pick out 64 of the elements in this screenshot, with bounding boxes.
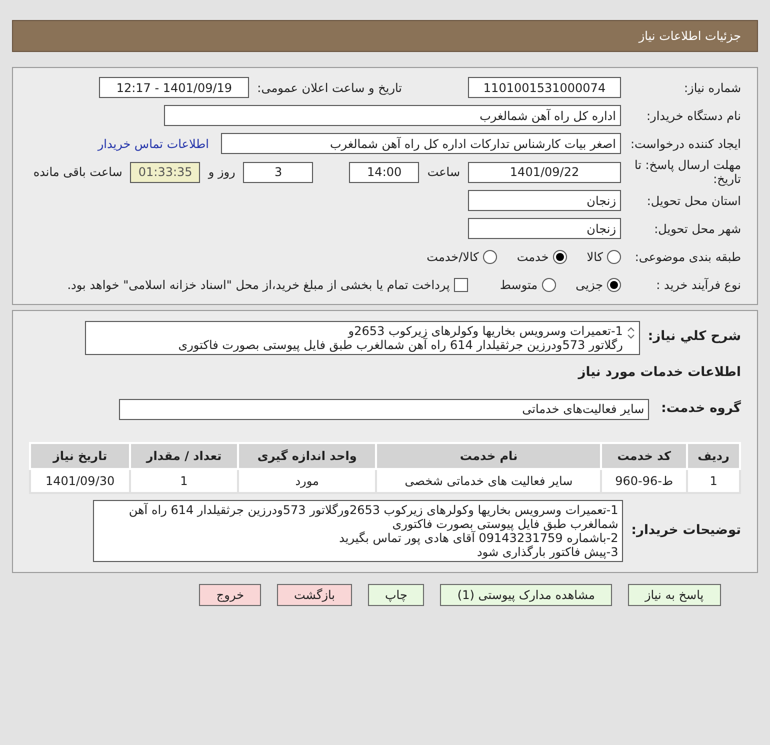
field-label: نوع فرآیند خرید :	[655, 276, 741, 294]
field-label: روز و	[208, 164, 236, 181]
radio-button[interactable]	[607, 278, 621, 292]
value-field: اصغر بیات کارشناس تدارکات اداره کل راه آهن شمالغرب	[221, 133, 621, 154]
field-label: شرح کلي نياز:	[648, 328, 741, 346]
column-header: واحد اندازه گیری	[238, 442, 376, 468]
value-field: زنجان	[468, 218, 621, 239]
field-label: گروه خدمت:	[661, 399, 741, 418]
remaining-time-field: 01:33:35	[130, 162, 200, 182]
radio-button[interactable]	[552, 250, 567, 264]
radio-button[interactable]	[542, 278, 556, 292]
table-cell: ط-96-960	[601, 468, 688, 492]
field-label: شهر محل تحویل:	[653, 220, 741, 238]
field-label: مهلت ارسال پاسخ: تا تاریخ:	[633, 158, 741, 186]
value-field: زنجان	[468, 190, 621, 211]
value-field: 1401/09/22	[468, 162, 621, 182]
action-button[interactable]: بازگشت	[277, 584, 352, 606]
value-field: سایر فعالیت‌های خدماتی	[119, 398, 650, 420]
description-line: رگلاتور 573ودرزین جرثقیلدار 614 راه آهن شمالغرب طبق فایل پیوستی بصورت فاکتوری	[178, 338, 623, 352]
scroll-arrows-icon[interactable]	[626, 326, 635, 340]
page-title: جزئیات اطلاعات نیاز	[638, 28, 741, 45]
field-label: ساعت باقی مانده	[33, 164, 122, 181]
notes-line: 1-تعمیرات وسرویس بخاریها وکولرهای زیرکوب 2653ورگلاتور 573ودرزین جرثقیلدار 614 راه آهن شمالغرب طبق فایل پیوستی بصورت فاکتوری	[128, 502, 618, 530]
column-header: نام خدمت	[376, 442, 602, 468]
field-label: نام دستگاه خریدار:	[646, 108, 741, 124]
checkbox[interactable]	[454, 278, 468, 292]
field-label: پرداخت تمام یا بخشی از مبلغ خرید،از محل "اسناد خزانه اسلامی" خواهد بود.	[67, 276, 450, 294]
field-label: ساعت	[427, 164, 460, 181]
table-cell: 1	[130, 468, 238, 492]
section-title: اطلاعات خدمات مورد نیاز	[576, 364, 741, 382]
field-label: کالا/خدمت	[426, 248, 479, 266]
value-field: 1101001531000074	[468, 77, 621, 98]
column-header: کد خدمت	[601, 442, 688, 468]
value-field: 14:00	[349, 162, 420, 182]
field-label: کالا	[586, 248, 603, 266]
field-label: ایجاد کننده درخواست:	[629, 136, 741, 152]
field-label: خدمت	[516, 248, 549, 266]
action-button[interactable]: خروج	[199, 584, 261, 606]
field-label: شماره نیاز:	[683, 80, 741, 96]
field-label: متوسط	[500, 276, 538, 294]
action-button[interactable]: مشاهده مدارک پیوستی (1)	[440, 584, 612, 606]
column-header: تعداد / مقدار	[130, 442, 238, 468]
field-label: استان محل تحویل:	[646, 192, 741, 210]
column-header: ردیف	[687, 442, 740, 468]
value-field: 1401/09/19 - 12:17	[99, 77, 250, 98]
buyer-contact-link[interactable]: اطلاعات تماس خریدار	[98, 134, 209, 152]
radio-button[interactable]	[482, 250, 497, 264]
field-label: جزیی	[576, 276, 603, 294]
action-button[interactable]: پاسخ به نیاز	[628, 584, 721, 606]
notes-line: 3-پیش فاکتور بارگذاری شود	[476, 544, 618, 558]
table-cell: مورد	[238, 468, 376, 492]
field-label: توضیحات خریدار:	[631, 522, 741, 540]
value-field: 3	[243, 162, 314, 182]
description-line: 1-تعمیرات وسرویس بخاریها وکولرهای زیرکوب 2653و	[346, 324, 623, 338]
table-cell: 1	[687, 468, 740, 492]
value-field: اداره کل راه آهن شمالغرب	[164, 105, 621, 126]
notes-line: 2-باشماره 09143231759 آقای هادی پور تماس بگیرید	[338, 530, 618, 544]
column-header: تاریخ نیاز	[30, 442, 130, 468]
table-cell: 1401/09/30	[30, 468, 130, 492]
table-cell: سایر فعالیت های خدماتی شخصی	[376, 468, 602, 492]
field-label: طبقه بندی موضوعی:	[634, 248, 741, 266]
radio-button[interactable]	[607, 250, 621, 264]
field-label: تاریخ و ساعت اعلان عمومی:	[257, 80, 402, 96]
action-button[interactable]: چاپ	[368, 584, 424, 606]
